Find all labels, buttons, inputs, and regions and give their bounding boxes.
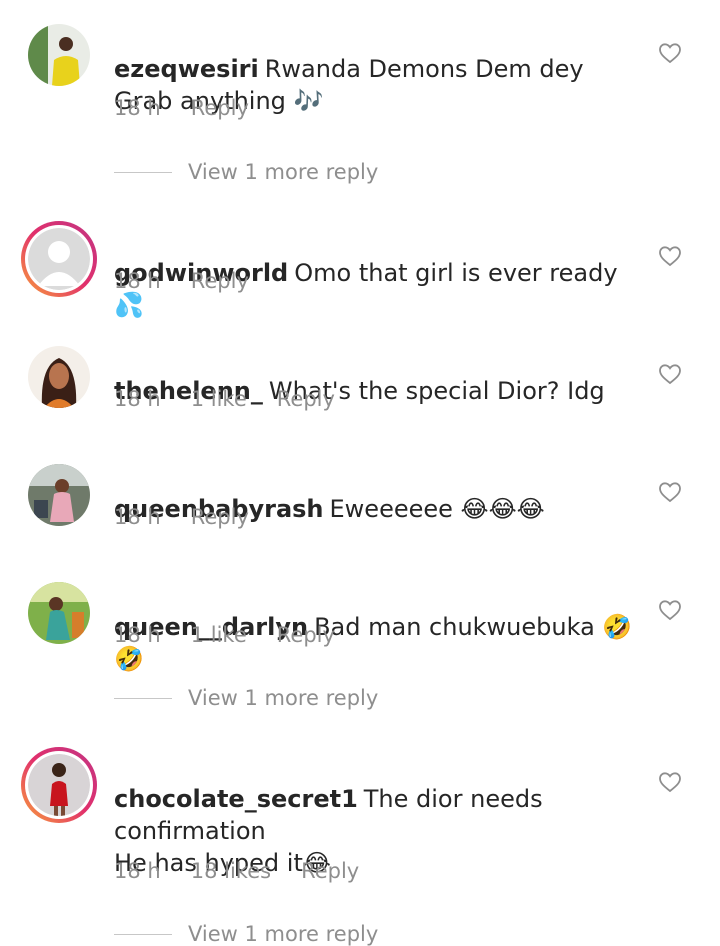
like-heart-icon[interactable] [658, 480, 682, 504]
divider-line [114, 697, 172, 699]
divider-line [114, 171, 172, 173]
comment-body: Eweeeeee 😂😂😂 [329, 495, 545, 523]
comment-item: chocolate_secret1 The dior needs confirma… [0, 744, 720, 946]
view-more-label: View 1 more reply [188, 160, 379, 184]
comment-meta: 18 h Reply [114, 505, 279, 529]
avatar[interactable] [28, 24, 90, 86]
reply-button[interactable]: Reply [191, 505, 249, 529]
avatar-image [28, 582, 90, 644]
avatar[interactable] [21, 221, 97, 297]
comment-time: 18 h [114, 859, 161, 883]
comment-like-count[interactable]: 18 likes [191, 859, 271, 883]
view-more-replies[interactable]: View 1 more reply [114, 686, 378, 710]
comment-time: 18 h [114, 505, 161, 529]
view-more-label: View 1 more reply [188, 922, 379, 946]
avatar-image [28, 464, 90, 526]
avatar-image [28, 346, 90, 408]
comment-item: thehelenn_ What's the special Dior? Idg 1… [0, 336, 720, 436]
like-heart-icon[interactable] [658, 244, 682, 268]
comment-time: 18 h [114, 96, 161, 120]
reply-button[interactable]: Reply [301, 859, 359, 883]
view-more-replies[interactable]: View 1 more reply [114, 160, 378, 184]
comment-time: 18 h [114, 269, 161, 293]
comment-meta: 18 h 1 like Reply [114, 623, 365, 647]
comment-like-count[interactable]: 1 like [191, 387, 247, 411]
avatar[interactable] [21, 747, 97, 823]
reply-button[interactable]: Reply [191, 269, 249, 293]
default-profile-icon [28, 228, 90, 290]
avatar-ring [25, 751, 93, 819]
like-heart-icon[interactable] [658, 362, 682, 386]
reply-button[interactable]: Reply [277, 623, 335, 647]
avatar[interactable] [28, 582, 90, 644]
comment-time: 18 h [114, 387, 161, 411]
reply-button[interactable]: Reply [191, 96, 249, 120]
comment-item: queenbabyrash Eweeeeee 😂😂😂 18 h Reply [0, 454, 720, 554]
avatar-image [28, 24, 90, 86]
comment-username[interactable]: chocolate_secret1 [114, 785, 358, 813]
comment-time: 18 h [114, 623, 161, 647]
avatar-ring [25, 225, 93, 293]
comment-meta: 18 h Reply [114, 96, 279, 120]
comment-item: ezeqwesiri Rwanda Demons Dem dey Grab any… [0, 0, 720, 200]
comment-meta: 18 h 18 likes Reply [114, 859, 389, 883]
divider-line [114, 933, 172, 935]
like-heart-icon[interactable] [658, 41, 682, 65]
comment-like-count[interactable]: 1 like [191, 623, 247, 647]
like-heart-icon[interactable] [658, 770, 682, 794]
comment-meta: 18 h Reply [114, 269, 279, 293]
comment-username[interactable]: ezeqwesiri [114, 55, 259, 83]
avatar[interactable] [28, 346, 90, 408]
avatar-image [28, 754, 90, 816]
comment-item: queen__darlyn Bad man chukwuebuka 🤣🤣 18 h… [0, 572, 720, 722]
reply-button[interactable]: Reply [277, 387, 335, 411]
view-more-label: View 1 more reply [188, 686, 379, 710]
comment-meta: 18 h 1 like Reply [114, 387, 365, 411]
comment-item: godwinworld Omo that girl is ever ready 💦… [0, 218, 720, 319]
view-more-replies[interactable]: View 1 more reply [114, 922, 378, 946]
like-heart-icon[interactable] [658, 598, 682, 622]
avatar[interactable] [28, 464, 90, 526]
